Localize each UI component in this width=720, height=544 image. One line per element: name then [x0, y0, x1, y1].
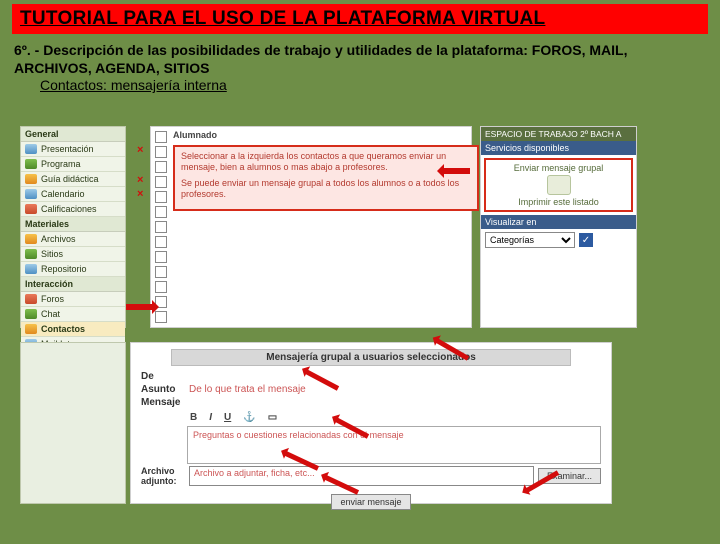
services-box: Enviar mensaje grupal Imprimir este list…	[484, 158, 633, 212]
screenshot-compose: Mensajería grupal a usuarios seleccionad…	[20, 342, 640, 502]
screenshot-top: General Presentación Programa Guía didác…	[20, 126, 640, 326]
sidebar-item-archivos[interactable]: Archivos	[21, 232, 125, 247]
title-banner: TUTORIAL PARA EL USO DE LA PLATAFORMA VI…	[12, 4, 708, 34]
sidebar-item-foros[interactable]: Foros	[21, 292, 125, 307]
subject-input[interactable]: De lo que trata el mensaje	[189, 384, 306, 395]
red-x-mark: ×	[137, 144, 143, 156]
instruction-panel: Seleccionar a la izquierda los contactos…	[173, 145, 479, 211]
red-x-mark: ×	[137, 188, 143, 200]
sidebar-item-sitios[interactable]: Sitios	[21, 247, 125, 262]
category-select[interactable]: Categorías	[485, 232, 575, 248]
send-button[interactable]: enviar mensaje	[331, 494, 410, 510]
checkbox[interactable]	[155, 236, 167, 248]
annotation-arrow	[440, 168, 470, 174]
section-heading: 6º. - Descripción de las posibilidades d…	[14, 42, 706, 77]
checkbox[interactable]	[155, 206, 167, 218]
print-icon	[547, 175, 571, 195]
send-group-message-link[interactable]: Enviar mensaje grupal	[489, 163, 628, 173]
checkbox[interactable]	[155, 281, 167, 293]
sidebar-header-general: General	[21, 127, 125, 142]
checkbox-column	[155, 131, 171, 326]
italic-button[interactable]: I	[206, 411, 215, 424]
send-row: enviar mensaje	[131, 492, 611, 510]
subject-row: Asunto De lo que trata el mensaje	[131, 383, 611, 396]
book-icon	[25, 159, 37, 169]
sidebar-item-repositorio[interactable]: Repositorio	[21, 262, 125, 277]
grades-icon	[25, 204, 37, 214]
checkbox[interactable]	[155, 176, 167, 188]
contacts-icon	[25, 324, 37, 334]
checkbox[interactable]	[155, 251, 167, 263]
green-side-strip	[616, 342, 660, 502]
section-subheading: Contactos: mensajería interna	[40, 77, 706, 93]
section-block: 6º. - Descripción de las posibilidades d…	[14, 42, 706, 93]
image-button[interactable]: ▭	[265, 411, 280, 424]
alumnado-label: Alumnado	[173, 130, 217, 140]
page-title: TUTORIAL PARA EL USO DE LA PLATAFORMA VI…	[20, 8, 545, 29]
attachment-row: Archivo adjunto: Archivo a adjuntar, fic…	[141, 466, 601, 486]
message-row: Mensaje	[131, 396, 611, 409]
sidebar-item-guia[interactable]: Guía didáctica	[21, 172, 125, 187]
confirm-check-button[interactable]: ✓	[579, 233, 593, 247]
compose-title: Mensajería grupal a usuarios seleccionad…	[171, 349, 571, 366]
sites-icon	[25, 249, 37, 259]
sidebar-item-programa[interactable]: Programa	[21, 157, 125, 172]
services-header: Servicios disponibles	[481, 141, 636, 155]
chat-icon	[25, 309, 37, 319]
checkbox[interactable]	[155, 146, 167, 158]
underline-button[interactable]: U	[221, 411, 234, 424]
from-row: De	[131, 370, 611, 383]
sidebar-item-contactos[interactable]: Contactos	[21, 322, 125, 337]
red-x-mark: ×	[137, 174, 143, 186]
checkbox[interactable]	[155, 161, 167, 173]
checkbox[interactable]	[155, 191, 167, 203]
repo-icon	[25, 264, 37, 274]
checkbox[interactable]	[155, 131, 167, 143]
sidebar-item-chat[interactable]: Chat	[21, 307, 125, 322]
sidebar: General Presentación Programa Guía didác…	[20, 126, 126, 328]
annotation-arrow	[126, 304, 156, 310]
services-panel: ESPACIO DE TRABAJO 2º BACH A Servicios d…	[480, 126, 637, 328]
visualize-header: Visualizar en	[481, 215, 636, 229]
files-icon	[25, 234, 37, 244]
sidebar-header-materiales: Materiales	[21, 217, 125, 232]
print-list-link[interactable]: Imprimir este listado	[489, 197, 628, 207]
format-toolbar: B I U ⚓ ▭	[131, 409, 611, 424]
forum-icon	[25, 294, 37, 304]
sidebar-item-calificaciones[interactable]: Calificaciones	[21, 202, 125, 217]
bold-button[interactable]: B	[187, 411, 200, 424]
checkbox[interactable]	[155, 221, 167, 233]
contacts-panel: Alumnado Seleccionar a la izquierda los …	[150, 126, 472, 328]
checkbox[interactable]	[155, 266, 167, 278]
guide-icon	[25, 174, 37, 184]
attachment-input[interactable]: Archivo a adjuntar, ficha, etc...	[189, 466, 534, 486]
sidebar-header-interaccion: Interacción	[21, 277, 125, 292]
workspace-header: ESPACIO DE TRABAJO 2º BACH A	[481, 127, 636, 141]
sidebar-item-calendario[interactable]: Calendario	[21, 187, 125, 202]
category-row: Categorías ✓	[481, 229, 636, 251]
sidebar-item-presentacion[interactable]: Presentación	[21, 142, 125, 157]
message-textarea[interactable]: Preguntas o cuestiones relacionadas con …	[187, 426, 601, 464]
compose-sidebar	[20, 342, 126, 504]
link-button[interactable]: ⚓	[240, 411, 258, 424]
doc-icon	[25, 144, 37, 154]
calendar-icon	[25, 189, 37, 199]
